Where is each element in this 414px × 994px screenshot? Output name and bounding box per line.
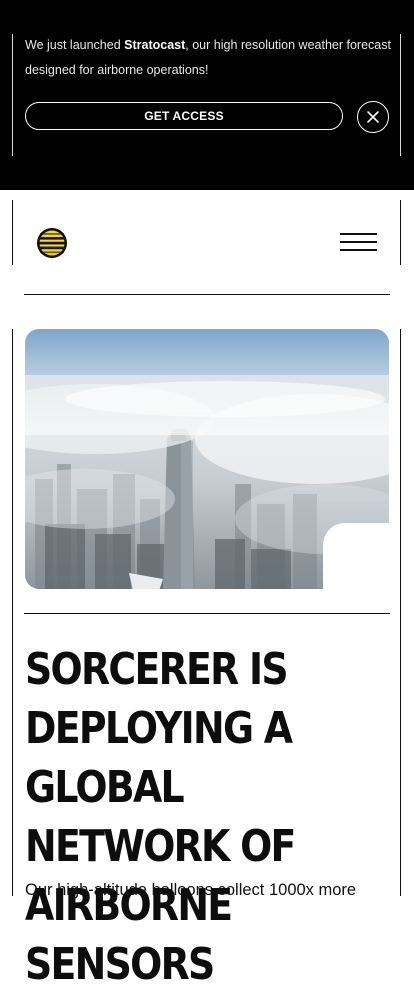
logo-graphic: [37, 228, 67, 258]
hero-subtext: Our high-altitude balloons collect 1000x…: [25, 881, 357, 899]
hamburger-menu-icon[interactable]: [340, 232, 378, 252]
close-banner-button[interactable]: [357, 101, 389, 133]
announcement-text-start: We just launched: [25, 38, 125, 52]
announcement-text: We just launched Stratocast, our high re…: [25, 33, 397, 83]
header-right-divider: [400, 200, 401, 265]
hero-image-corner-cutout: [323, 523, 395, 595]
banner-right-divider: [400, 34, 401, 156]
menu-bar-bottom: [340, 249, 377, 251]
header-divider: [24, 294, 390, 295]
menu-bar-top: [340, 233, 377, 235]
close-icon: [367, 111, 379, 123]
hero-divider: [24, 613, 390, 614]
menu-bar-middle: [340, 241, 377, 243]
product-name: Stratocast: [124, 38, 186, 52]
get-access-button[interactable]: GET ACCESS: [25, 102, 343, 130]
hero-headline: SORCERER IS DEPLOYING A GLOBAL NETWORK O…: [25, 644, 296, 990]
content-right-border: [400, 329, 401, 896]
sorcerer-logo-icon[interactable]: [36, 227, 68, 259]
announcement-banner: We just launched Stratocast, our high re…: [0, 0, 414, 190]
banner-left-divider: [12, 34, 13, 156]
header-left-divider: [12, 200, 13, 265]
content-left-border: [12, 329, 13, 896]
